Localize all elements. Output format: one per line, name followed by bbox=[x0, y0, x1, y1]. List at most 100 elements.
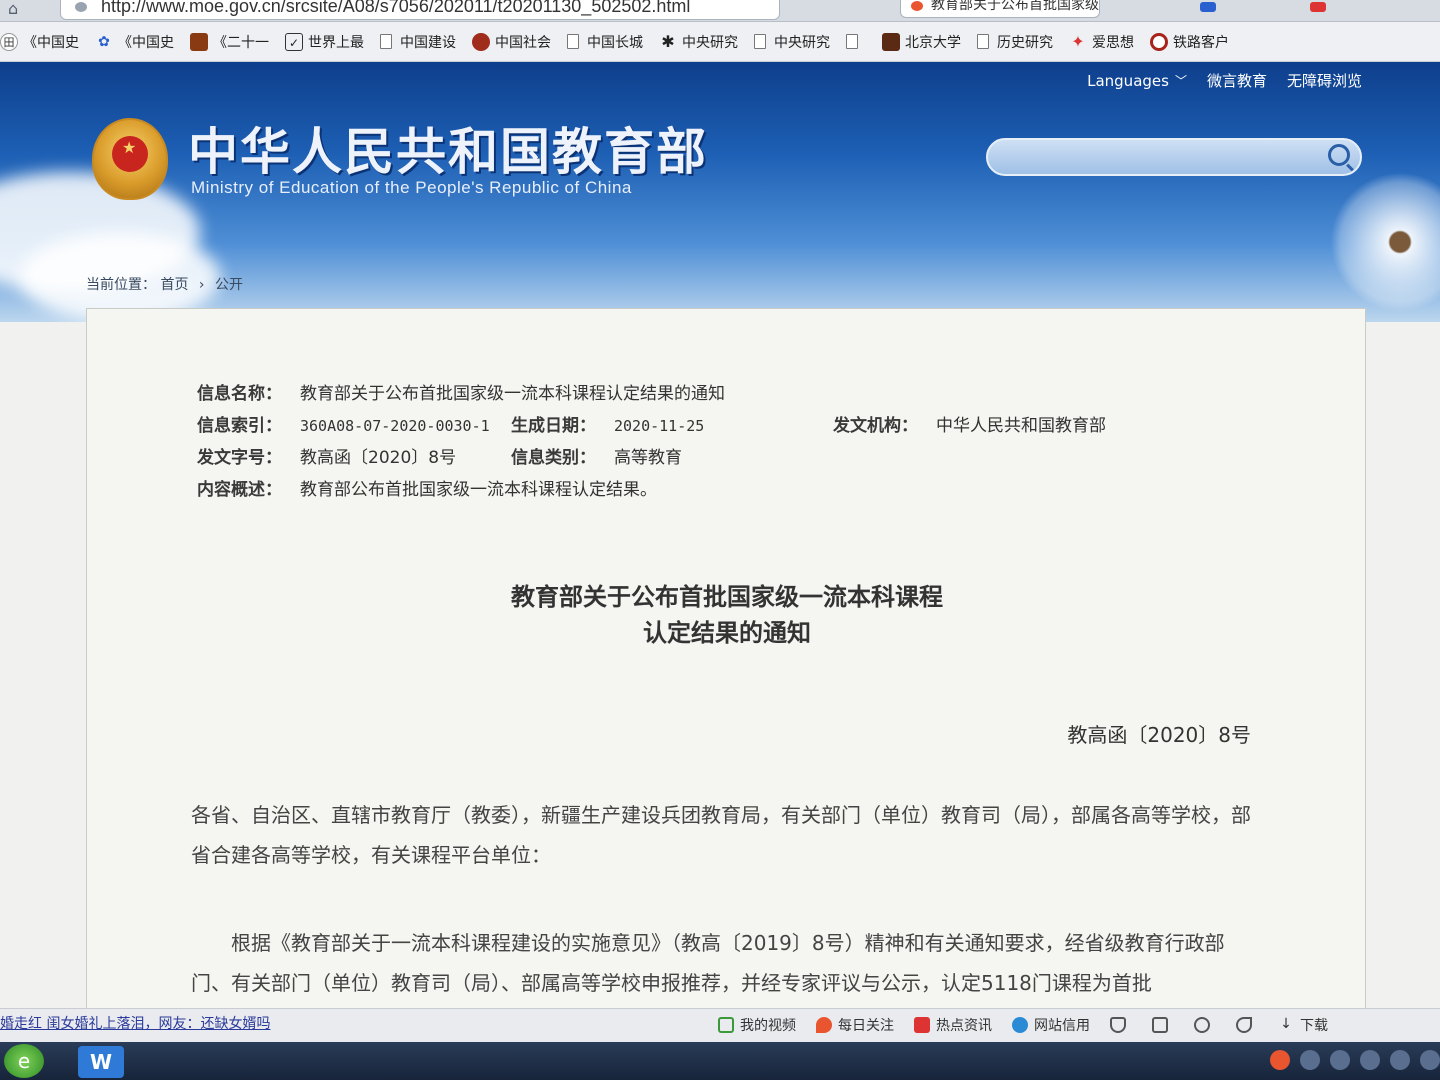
bookmark-label: 爱思想 bbox=[1092, 34, 1134, 51]
national-emblem-icon[interactable]: ★ bbox=[92, 118, 168, 200]
article-card: 信息名称： 教育部关于公布首批国家级一流本科课程认定结果的通知 信息索引： 360A… bbox=[86, 308, 1366, 1010]
bookmark-label: 中国社会 bbox=[495, 34, 551, 51]
meta-label: 生成日期： bbox=[511, 416, 596, 436]
status-items: 我的视频 每日关注 热点资讯 网站信用 ↓ 下载 bbox=[718, 1015, 1328, 1035]
my-video-button[interactable]: 我的视频 bbox=[718, 1015, 796, 1035]
bookmark-item[interactable]: 《二十一 bbox=[190, 32, 269, 52]
bookmark-item[interactable]: 中国社会 bbox=[472, 32, 551, 52]
os-taskbar: e W bbox=[0, 1042, 1440, 1080]
bookmark-label: 世界上最 bbox=[308, 34, 364, 51]
languages-label: Languages bbox=[1087, 71, 1169, 90]
meta-row-issuer: 发文机构： 中华人民共和国教育部 bbox=[833, 411, 1106, 436]
bookmark-item[interactable]: 北京大学 bbox=[882, 32, 961, 52]
meta-row-category: 信息类别： 高等教育 bbox=[511, 443, 682, 468]
daily-focus-button[interactable]: 每日关注 bbox=[816, 1015, 894, 1035]
bookmark-item[interactable]: 历史研究 bbox=[977, 32, 1053, 52]
extension-icon[interactable] bbox=[1200, 2, 1216, 12]
bookmark-item[interactable]: 田 《中国史 bbox=[0, 32, 79, 52]
bookmark-label: 历史研究 bbox=[997, 34, 1053, 51]
bookmark-label: 中央研究 bbox=[774, 34, 830, 51]
keyboard-icon[interactable] bbox=[1360, 1050, 1380, 1070]
meta-row-summary: 内容概述： 教育部公布首批国家级一流本科课程认定结果。 bbox=[197, 475, 657, 500]
app-icon: 田 bbox=[0, 32, 18, 51]
history-button[interactable] bbox=[1194, 1017, 1216, 1033]
home-icon[interactable]: ⌂ bbox=[8, 0, 34, 20]
meta-label: 信息名称： bbox=[197, 384, 282, 404]
meta-value: 高等教育 bbox=[614, 448, 682, 468]
doc-icon bbox=[977, 34, 989, 49]
emblem-star-icon: ★ bbox=[122, 138, 137, 157]
news-ticker-link[interactable]: 婚走红 闺女婚礼上落泪，网友：还缺女婿吗 bbox=[0, 1013, 270, 1033]
top-links: Languages ﹀ 微言教育 无障碍浏览 bbox=[1087, 70, 1362, 91]
play-icon bbox=[718, 1017, 734, 1033]
meta-row-docno: 发文字号： 教高函〔2020〕8号 bbox=[197, 443, 456, 468]
download-button[interactable]: ↓ 下载 bbox=[1278, 1015, 1328, 1035]
network-icon[interactable] bbox=[1330, 1050, 1350, 1070]
breadcrumb-home-link[interactable]: 首页 bbox=[160, 277, 188, 293]
flame-icon bbox=[816, 1017, 832, 1033]
hot-news-button[interactable]: 热点资讯 bbox=[914, 1015, 992, 1035]
globe-icon bbox=[472, 32, 490, 51]
volume-icon[interactable] bbox=[1420, 1050, 1440, 1070]
site-credit-button[interactable]: 网站信用 bbox=[1012, 1015, 1090, 1035]
site-logo-chinese[interactable]: 中华人民共和国教育部 bbox=[188, 112, 708, 184]
url-field[interactable]: http://www.moe.gov.cn/srcsite/A08/s7056/… bbox=[60, 0, 780, 20]
bookmark-label: 中央研究 bbox=[682, 34, 738, 51]
bookmark-label: 北京大学 bbox=[905, 34, 961, 51]
bookmark-item[interactable]: ✱ 中央研究 bbox=[659, 32, 738, 52]
meta-label: 发文机构： bbox=[833, 416, 918, 436]
shield-button[interactable] bbox=[1110, 1017, 1132, 1033]
bookmark-label: 铁路客户 bbox=[1173, 34, 1229, 51]
bookmark-item[interactable]: ✿ 《中国史 bbox=[95, 32, 174, 52]
doc-icon bbox=[380, 34, 392, 49]
doc-icon bbox=[754, 34, 766, 49]
start-button[interactable]: e bbox=[4, 1044, 44, 1078]
bookmark-item[interactable]: 中央研究 bbox=[754, 32, 830, 52]
bookmark-item[interactable]: 中国长城 bbox=[567, 32, 643, 52]
bookmark-item[interactable]: ✓ 世界上最 bbox=[285, 32, 364, 52]
bookmark-label: 《中国史 bbox=[118, 34, 174, 51]
status-item-label: 每日关注 bbox=[838, 1018, 894, 1034]
clock-icon bbox=[1194, 1017, 1210, 1033]
check-icon: ✓ bbox=[285, 32, 303, 51]
bookmarks-bar: 田 《中国史 ✿ 《中国史 《二十一 ✓ 世界上最 中国建设 中国社会 中国长城… bbox=[0, 22, 1440, 62]
site-banner: Languages ﹀ 微言教育 无障碍浏览 ★ 中华人民共和国教育部 Minis… bbox=[0, 62, 1440, 322]
screenshot-button[interactable] bbox=[1152, 1017, 1174, 1033]
bookmark-label: 中国长城 bbox=[587, 34, 643, 51]
accessible-browsing-link[interactable]: 无障碍浏览 bbox=[1287, 70, 1362, 91]
meta-row-date: 生成日期： 2020-11-25 bbox=[511, 411, 704, 436]
search-icon[interactable] bbox=[1328, 144, 1350, 166]
document-number: 教高函〔2020〕8号 bbox=[1067, 723, 1251, 747]
dandelion-decoration bbox=[1330, 172, 1440, 312]
bookmark-label: 《二十一 bbox=[213, 34, 269, 51]
status-item-label: 网站信用 bbox=[1034, 1018, 1090, 1034]
bookmark-label: 《中国史 bbox=[23, 34, 79, 51]
languages-menu[interactable]: Languages ﹀ bbox=[1087, 70, 1187, 91]
tray-app-icon[interactable] bbox=[1390, 1050, 1410, 1070]
search-box[interactable] bbox=[986, 138, 1362, 176]
bookmark-item[interactable]: ✦ 爱思想 bbox=[1069, 32, 1134, 52]
help-icon[interactable] bbox=[1300, 1050, 1320, 1070]
meta-value: 教育部关于公布首批国家级一流本科课程认定结果的通知 bbox=[300, 384, 725, 404]
chevron-down-icon: ﹀ bbox=[1174, 74, 1187, 88]
image-icon bbox=[1152, 1017, 1168, 1033]
bookmark-item[interactable]: 中国建设 bbox=[380, 32, 456, 52]
breadcrumb-current[interactable]: 公开 bbox=[215, 277, 243, 293]
accelerate-button[interactable] bbox=[1236, 1017, 1258, 1033]
tray-app-icon[interactable] bbox=[1270, 1050, 1290, 1070]
tab-favicon-icon bbox=[911, 1, 923, 11]
bookmark-item[interactable] bbox=[846, 34, 866, 49]
wps-app-icon[interactable]: W bbox=[78, 1046, 124, 1078]
drop-icon bbox=[1012, 1017, 1028, 1033]
bookmark-item[interactable]: 铁路客户 bbox=[1150, 32, 1229, 52]
article-paragraph-body: 根据《教育部关于一流本科课程建设的实施意见》（教高〔2019〕8号）精神和有关通… bbox=[191, 931, 1225, 995]
web-page: Languages ﹀ 微言教育 无障碍浏览 ★ 中华人民共和国教育部 Minis… bbox=[0, 62, 1440, 1010]
article-title: 教育部关于公布首批国家级一流本科课程 认定结果的通知 bbox=[87, 579, 1367, 651]
browser-tab[interactable]: 教育部关于公布首批国家级 bbox=[900, 0, 1100, 18]
meta-value: 教高函〔2020〕8号 bbox=[300, 448, 457, 468]
doc-icon bbox=[846, 34, 858, 49]
extension-icon[interactable] bbox=[1310, 2, 1326, 12]
star-icon: ✦ bbox=[1071, 31, 1085, 51]
weibo-link[interactable]: 微言教育 bbox=[1207, 70, 1267, 91]
tab-title: 教育部关于公布首批国家级 bbox=[931, 0, 1099, 13]
